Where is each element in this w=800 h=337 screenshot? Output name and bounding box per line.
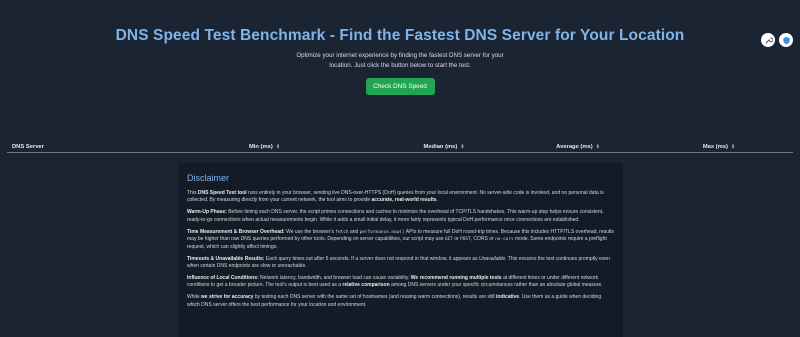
- sort-icon: ⇕: [275, 143, 281, 150]
- disclaimer-paragraph-timing: Time Measurement & Browser Overhead: We …: [187, 228, 614, 250]
- page-title: DNS Speed Test Benchmark - Find the Fast…: [115, 27, 685, 44]
- disclaimer-paragraph-timeouts: Timeouts & Unavailable Results: Each que…: [187, 255, 610, 270]
- sort-icon: ⇕: [595, 143, 600, 150]
- column-header-min[interactable]: Min (ms) ⇕: [152, 144, 377, 150]
- disclaimer-paragraph-intro: This DNS Speed Test tool runs entirely i…: [187, 190, 604, 204]
- column-label: Min (ms): [248, 143, 273, 150]
- check-dns-speed-button[interactable]: Check DNS Speed: [365, 78, 435, 95]
- page-subtitle: Optimize your internet experience by fin…: [296, 52, 504, 69]
- column-header-median[interactable]: Median (ms) ⇕: [377, 144, 511, 150]
- disclaimer-title: Disclaimer: [187, 173, 230, 183]
- column-label: Median (ms): [423, 143, 458, 150]
- corner-icons: [761, 33, 793, 47]
- column-label: Average (ms): [556, 143, 593, 150]
- sort-icon: ⇕: [730, 143, 736, 150]
- column-label: Max (ms): [702, 143, 728, 150]
- column-header-dns-server: DNS Server: [7, 144, 152, 150]
- sort-icon: ⇕: [460, 143, 465, 150]
- disclaimer-paragraph-accuracy: While we strive for accuracy by testing …: [187, 294, 602, 308]
- column-label: DNS Server: [12, 143, 44, 150]
- shield-icon[interactable]: [779, 33, 793, 47]
- table-header-row: DNS Server Min (ms) ⇕ Median (ms) ⇕ Aver…: [7, 141, 793, 153]
- disclaimer-paragraph-warmup: Warm-Up Phase: Before timing each DNS se…: [187, 209, 604, 223]
- disclaimer-paragraph-conditions: Influence of Local Conditions: Network l…: [187, 275, 603, 289]
- wrench-icon[interactable]: [761, 33, 775, 47]
- column-header-average[interactable]: Average (ms) ⇕: [511, 144, 645, 150]
- column-header-max[interactable]: Max (ms) ⇕: [645, 144, 793, 150]
- disclaimer-panel: Disclaimer This DNS Speed Test tool runs…: [179, 163, 623, 337]
- results-table: DNS Server Min (ms) ⇕ Median (ms) ⇕ Aver…: [7, 141, 793, 153]
